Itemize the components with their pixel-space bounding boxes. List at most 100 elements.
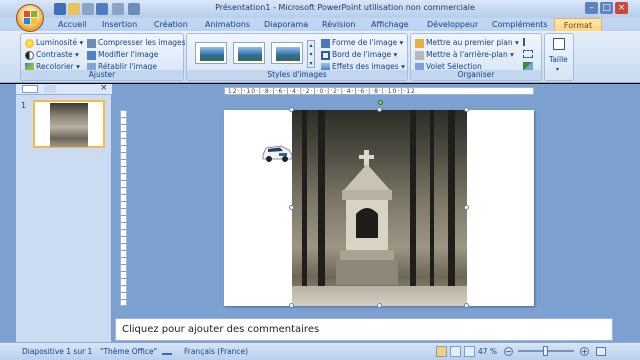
title-bar: Présentation1 - Microsoft PowerPoint uti… — [0, 0, 640, 18]
folder-icon[interactable] — [68, 3, 80, 15]
group-label-ajuster: Ajuster — [21, 70, 183, 80]
close-button[interactable]: × — [615, 2, 628, 14]
tab-affichage[interactable]: Affichage — [371, 18, 409, 31]
align-icon[interactable] — [523, 38, 533, 46]
office-logo-icon — [24, 11, 37, 24]
tab-slides[interactable] — [22, 85, 38, 93]
ruler-vertical — [120, 110, 127, 306]
taille-button-label: Taille — [549, 55, 568, 64]
notes-placeholder: Cliquez pour ajouter des commentaires — [122, 324, 320, 335]
shape-icon — [321, 38, 330, 48]
resize-handle-br[interactable] — [464, 303, 469, 308]
resize-handle-mr[interactable] — [464, 205, 469, 210]
compresser-label: Compresser les images — [98, 38, 186, 47]
border-icon — [321, 50, 330, 60]
tab-complements[interactable]: Compléments — [492, 18, 548, 31]
tab-animations[interactable]: Animations — [205, 18, 250, 31]
zoom-out-icon[interactable]: − — [504, 347, 513, 356]
resize-handle-tr[interactable] — [464, 107, 469, 112]
resize-handle-tc[interactable] — [377, 107, 382, 112]
panel-close-icon[interactable]: × — [100, 83, 108, 93]
send-back-icon — [415, 50, 424, 60]
forme-label: Forme de l'image — [332, 38, 398, 47]
save-icon[interactable] — [54, 3, 66, 15]
chevron-down-icon: ▾ — [556, 66, 560, 73]
group-styles-images: ▴ ▾ ▾ Forme de l'image ▾ Bord de l'image ▾… — [186, 33, 408, 81]
tab-accueil[interactable]: Accueil — [58, 18, 87, 31]
bord-label: Bord de l'image — [332, 50, 392, 59]
ribbon: Luminosité ▾ Contraste ▾ Recolorier ▾ Co… — [0, 31, 640, 83]
tab-diaporama[interactable]: Diaporama — [264, 18, 308, 31]
modifier-button[interactable]: Modifier l'image — [87, 49, 158, 60]
tab-insertion[interactable]: Insertion — [102, 18, 137, 31]
tab-revision[interactable]: Révision — [322, 18, 355, 31]
group-label-organiser: Organiser — [411, 70, 541, 80]
size-icon — [553, 38, 565, 50]
contraste-label: Contraste — [36, 50, 73, 59]
chapel-photo[interactable] — [292, 110, 467, 306]
resize-handle-bc[interactable] — [377, 303, 382, 308]
maximize-button[interactable]: □ — [600, 2, 613, 14]
status-theme: "Thème Office" — [100, 347, 158, 356]
resize-handle-ml[interactable] — [289, 205, 294, 210]
slide-number: 1 — [21, 101, 27, 110]
zoom-slider-knob[interactable] — [543, 346, 548, 356]
fit-window-icon[interactable] — [596, 347, 606, 356]
picture-style-3[interactable] — [271, 42, 303, 64]
office-button[interactable] — [16, 4, 44, 32]
tab-format[interactable]: Format — [554, 18, 602, 31]
tab-outline[interactable] — [44, 85, 56, 93]
premier-plan-button[interactable]: Mettre au premier plan ▾ — [415, 37, 519, 48]
compresser-button[interactable]: Compresser les images — [87, 37, 186, 48]
ruler-horizontal: ·12·|·10·|·8·|·6·|·4·|·2·|·0·|·2·|·4·|·6… — [224, 87, 534, 95]
gallery-more-button[interactable]: ▴ ▾ ▾ — [307, 40, 315, 68]
group-taille[interactable]: Taille ▾ — [544, 33, 574, 81]
minimize-button[interactable]: – — [585, 2, 598, 14]
zoom-in-icon[interactable]: + — [580, 347, 589, 356]
resize-handle-bl[interactable] — [289, 303, 294, 308]
group-objects-icon[interactable] — [523, 50, 533, 58]
tab-creation[interactable]: Création — [154, 18, 188, 31]
compress-icon — [87, 38, 96, 48]
forme-image-button[interactable]: Forme de l'image ▾ — [321, 37, 403, 48]
ribbon-tabs: Accueil Insertion Création Animations Di… — [0, 18, 640, 31]
bring-front-icon — [415, 38, 424, 48]
picture-style-1[interactable] — [195, 42, 227, 64]
resize-handle-tl[interactable] — [289, 107, 294, 112]
group-label-styles: Styles d'images — [187, 70, 407, 80]
undo-icon[interactable] — [96, 3, 108, 15]
chapel-shape — [336, 150, 398, 285]
slide-sorter-button[interactable] — [450, 346, 461, 357]
zoom-level[interactable]: 47 % — [478, 347, 497, 356]
arriere-plan-label: Mettre à l'arrière-plan — [426, 50, 508, 59]
status-language[interactable]: Français (France) — [184, 347, 248, 356]
rotate-handle[interactable] — [378, 100, 383, 105]
status-bar: Diapositive 1 sur 1 "Thème Office" Franç… — [0, 342, 640, 360]
contrast-icon — [25, 50, 34, 60]
thumbnail-photo — [50, 103, 88, 147]
bord-image-button[interactable]: Bord de l'image ▾ — [321, 49, 397, 60]
spellcheck-icon[interactable] — [162, 347, 172, 355]
premier-plan-label: Mettre au premier plan — [426, 38, 513, 47]
arriere-plan-button[interactable]: Mettre à l'arrière-plan ▾ — [415, 49, 514, 60]
modifier-label: Modifier l'image — [98, 50, 159, 59]
print-icon[interactable] — [82, 3, 94, 15]
notes-pane[interactable]: Cliquez pour ajouter des commentaires — [115, 318, 613, 341]
slideshow-button[interactable] — [464, 346, 475, 357]
qat-more-icon[interactable] — [128, 3, 140, 15]
contraste-button[interactable]: Contraste ▾ — [25, 49, 79, 60]
brightness-icon — [25, 38, 34, 48]
luminosite-label: Luminosité — [36, 38, 78, 47]
rotate-icon[interactable] — [523, 62, 533, 70]
picture-style-2[interactable] — [233, 42, 265, 64]
redo-icon[interactable] — [112, 3, 124, 15]
status-slide-count: Diapositive 1 sur 1 — [22, 347, 93, 356]
tab-developpeur[interactable]: Développeur — [427, 18, 478, 31]
slide-thumbnail[interactable] — [33, 100, 105, 148]
luminosite-button[interactable]: Luminosité ▾ — [25, 37, 83, 48]
group-ajuster: Luminosité ▾ Contraste ▾ Recolorier ▾ Co… — [20, 33, 186, 81]
car-image[interactable] — [261, 141, 293, 163]
normal-view-button[interactable] — [436, 346, 447, 357]
change-picture-icon — [87, 50, 96, 60]
group-organiser: Mettre au premier plan ▾ Mettre à l'arri… — [410, 33, 542, 81]
